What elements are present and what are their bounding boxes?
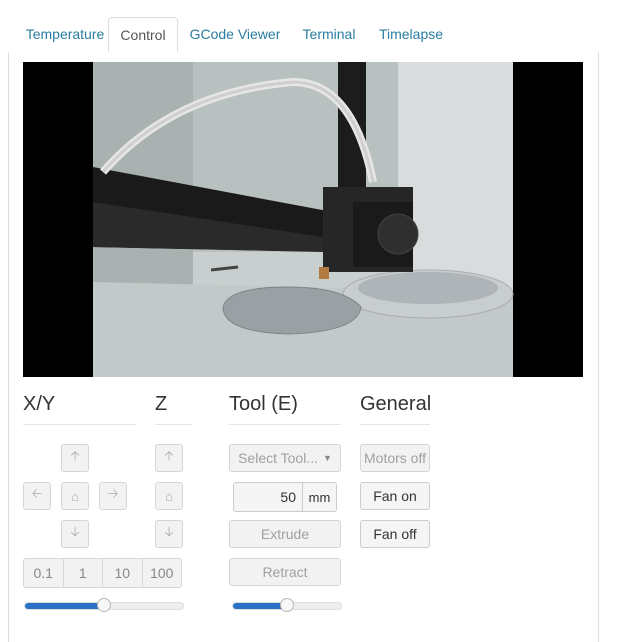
z-section-title: Z xyxy=(155,393,168,415)
flowrate-slider-fill xyxy=(233,603,287,609)
motors-off-button[interactable]: Motors off xyxy=(360,444,430,472)
webcam-stream xyxy=(23,62,583,377)
home-xy-button[interactable]: ⌂ xyxy=(61,482,89,510)
z-divider xyxy=(155,424,192,425)
arrow-up-icon: 🡡 xyxy=(164,448,174,463)
fan-off-button[interactable]: Fan off xyxy=(360,520,430,548)
feedrate-slider-fill xyxy=(25,603,104,609)
flowrate-slider[interactable] xyxy=(232,598,342,612)
jog-x-minus-button[interactable]: 🡠 xyxy=(23,482,51,510)
step-100-button[interactable]: 100 xyxy=(141,559,182,587)
select-tool-label: Select Tool... xyxy=(238,450,318,466)
jog-z-plus-button[interactable]: 🡡 xyxy=(155,444,183,472)
xy-section-title: X/Y xyxy=(23,393,56,415)
xy-divider xyxy=(23,424,136,425)
general-divider xyxy=(360,424,430,425)
tab-gcode-viewer[interactable]: GCode Viewer xyxy=(185,17,285,52)
tool-divider xyxy=(229,424,341,425)
arrow-down-icon: 🡣 xyxy=(164,524,174,539)
arrow-down-icon: 🡣 xyxy=(70,524,80,539)
tab-temperature[interactable]: Temperature xyxy=(18,17,112,52)
arrow-up-icon: 🡡 xyxy=(70,448,80,463)
select-tool-dropdown[interactable]: Select Tool... ▼ xyxy=(229,444,341,472)
flowrate-slider-handle[interactable] xyxy=(280,598,294,612)
tab-timelapse[interactable]: Timelapse xyxy=(372,17,450,52)
general-section-title: General xyxy=(360,393,432,415)
extrude-unit-label: mm xyxy=(303,482,337,512)
tab-terminal[interactable]: Terminal xyxy=(296,17,362,52)
extrude-amount-input[interactable] xyxy=(233,482,303,512)
feedrate-slider-handle[interactable] xyxy=(97,598,111,612)
webcam-image xyxy=(23,62,583,377)
jog-x-plus-button[interactable]: 🡢 xyxy=(99,482,127,510)
step-0-1-button[interactable]: 0.1 xyxy=(24,559,63,587)
extrude-button[interactable]: Extrude xyxy=(229,520,341,548)
home-icon: ⌂ xyxy=(165,488,173,504)
caret-down-icon: ▼ xyxy=(322,453,332,463)
tool-section-title: Tool (E) xyxy=(229,393,298,415)
arrow-right-icon: 🡢 xyxy=(107,486,119,501)
step-10-button[interactable]: 10 xyxy=(102,559,142,587)
jog-z-minus-button[interactable]: 🡣 xyxy=(155,520,183,548)
extrude-amount-group: mm xyxy=(233,482,337,512)
tab-control[interactable]: Control xyxy=(108,17,178,54)
jog-distance-group: 0.1 1 10 100 xyxy=(23,558,182,588)
jog-y-plus-button[interactable]: 🡡 xyxy=(61,444,89,472)
fan-on-button[interactable]: Fan on xyxy=(360,482,430,510)
home-z-button[interactable]: ⌂ xyxy=(155,482,183,510)
retract-button[interactable]: Retract xyxy=(229,558,341,586)
tab-bar: Temperature Control GCode Viewer Termina… xyxy=(8,0,598,54)
home-icon: ⌂ xyxy=(71,488,79,504)
feedrate-slider[interactable] xyxy=(24,598,184,612)
arrow-left-icon: 🡠 xyxy=(31,486,43,501)
step-1-button[interactable]: 1 xyxy=(62,559,103,587)
jog-y-minus-button[interactable]: 🡣 xyxy=(61,520,89,548)
